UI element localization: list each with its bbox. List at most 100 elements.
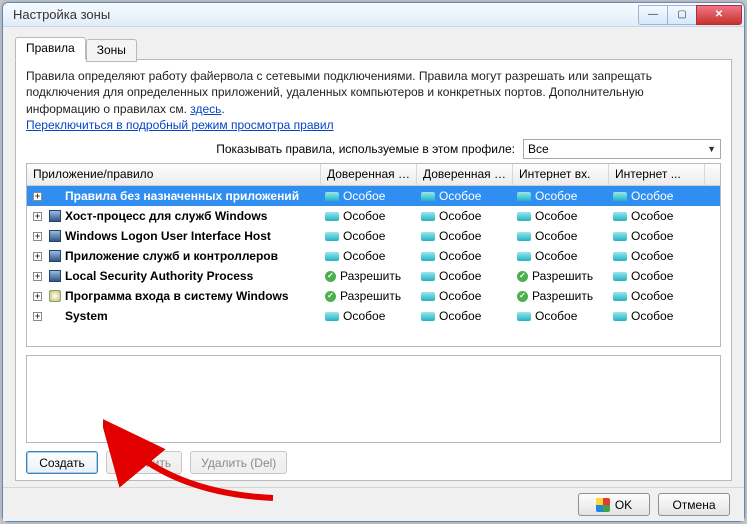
table-row[interactable]: +Windows Logon User Interface HostОсобое… — [27, 226, 720, 246]
special-icon — [517, 312, 531, 321]
status-cell: Особое — [321, 249, 417, 263]
special-icon — [613, 252, 627, 261]
expand-icon[interactable]: + — [33, 232, 42, 241]
rule-name-cell: +Правила без назначенных приложений — [27, 189, 321, 203]
special-icon — [421, 192, 435, 201]
special-icon — [421, 212, 435, 221]
col-inet-in[interactable]: Интернет вх. — [513, 164, 609, 185]
table-row[interactable]: +Local Security Authority ProcessРазреши… — [27, 266, 720, 286]
window-buttons: — ▢ ✕ — [639, 5, 742, 25]
special-icon — [421, 312, 435, 321]
special-icon — [613, 192, 627, 201]
expand-icon[interactable]: + — [33, 292, 42, 301]
table-row[interactable]: +Хост-процесс для служб WindowsОсобоеОсо… — [27, 206, 720, 226]
content-area: Правила Зоны Правила определяют работу ф… — [3, 27, 744, 487]
status-cell: Особое — [321, 189, 417, 203]
status-cell: Особое — [609, 249, 705, 263]
app-icon — [49, 270, 61, 282]
status-cell: Особое — [609, 209, 705, 223]
link-detailed-mode[interactable]: Переключиться в подробный режим просмотр… — [26, 118, 334, 132]
chevron-down-icon: ▼ — [707, 144, 716, 154]
tab-rules[interactable]: Правила — [15, 37, 86, 60]
col-trusted1[interactable]: Доверенная з... — [321, 164, 417, 185]
maximize-button[interactable]: ▢ — [667, 5, 697, 25]
rule-name-cell: +System — [27, 309, 321, 323]
description: Правила определяют работу файервола с се… — [26, 68, 721, 133]
expand-icon[interactable]: + — [33, 272, 42, 281]
col-inet[interactable]: Интернет ... — [609, 164, 705, 185]
status-cell: Особое — [609, 289, 705, 303]
app-icon — [49, 250, 61, 262]
status-cell: Особое — [513, 229, 609, 243]
table-row[interactable]: +Программа входа в систему WindowsРазреш… — [27, 286, 720, 306]
dialog-footer: OK Отмена — [3, 487, 744, 521]
titlebar[interactable]: Настройка зоны — ▢ ✕ — [3, 3, 744, 27]
special-icon — [613, 312, 627, 321]
status-cell: Особое — [609, 229, 705, 243]
expand-icon[interactable]: + — [33, 312, 42, 321]
status-cell: Разрешить — [513, 269, 609, 283]
dialog-window: Настройка зоны — ▢ ✕ Правила Зоны Правил… — [2, 2, 745, 522]
window-title: Настройка зоны — [13, 7, 639, 22]
rule-name-cell: +Windows Logon User Interface Host — [27, 229, 321, 243]
status-cell: Разрешить — [321, 289, 417, 303]
status-cell: Особое — [321, 209, 417, 223]
expand-icon[interactable]: + — [33, 192, 42, 201]
special-icon — [421, 232, 435, 241]
special-icon — [613, 212, 627, 221]
special-icon — [325, 232, 339, 241]
link-here[interactable]: здесь — [190, 102, 221, 116]
tab-panel: Правила определяют работу файервола с се… — [15, 59, 732, 481]
table-row[interactable]: +SystemОсобоеОсобоеОсобоеОсобое — [27, 306, 720, 326]
special-icon — [613, 292, 627, 301]
create-button[interactable]: Создать — [26, 451, 98, 474]
special-icon — [517, 252, 531, 261]
status-cell: Особое — [321, 309, 417, 323]
status-cell: Особое — [417, 229, 513, 243]
special-icon — [517, 232, 531, 241]
allow-icon — [517, 271, 528, 282]
app-icon — [49, 230, 61, 242]
status-cell: Особое — [417, 269, 513, 283]
profile-select[interactable]: Все ▼ — [523, 139, 721, 159]
col-app[interactable]: Приложение/правило — [27, 164, 321, 185]
special-icon — [421, 272, 435, 281]
close-button[interactable]: ✕ — [696, 5, 742, 25]
rules-grid: Приложение/правило Доверенная з... Довер… — [26, 163, 721, 347]
table-row[interactable]: +Правила без назначенных приложенийОсобо… — [27, 186, 720, 206]
status-cell: Разрешить — [321, 269, 417, 283]
status-cell: Особое — [513, 189, 609, 203]
tab-zones[interactable]: Зоны — [86, 39, 137, 62]
status-cell: Особое — [417, 309, 513, 323]
rule-name-cell: +Программа входа в систему Windows — [27, 289, 321, 303]
allow-icon — [325, 291, 336, 302]
grid-header: Приложение/правило Доверенная з... Довер… — [27, 164, 720, 186]
expand-icon[interactable]: + — [33, 212, 42, 221]
allow-icon — [517, 291, 528, 302]
special-icon — [613, 232, 627, 241]
detail-pane — [26, 355, 721, 443]
cancel-button[interactable]: Отмена — [658, 493, 730, 516]
special-icon — [421, 252, 435, 261]
col-trusted2[interactable]: Доверенная з... — [417, 164, 513, 185]
filter-row: Показывать правила, используемые в этом … — [26, 139, 721, 159]
status-cell: Особое — [321, 229, 417, 243]
status-cell: Особое — [513, 309, 609, 323]
status-cell: Разрешить — [513, 289, 609, 303]
special-icon — [421, 292, 435, 301]
table-row[interactable]: +Приложение служб и контроллеровОсобоеОс… — [27, 246, 720, 266]
rule-name-cell: +Local Security Authority Process — [27, 269, 321, 283]
special-icon — [325, 192, 339, 201]
status-cell: Особое — [417, 189, 513, 203]
status-cell: Особое — [417, 249, 513, 263]
expand-icon[interactable]: + — [33, 252, 42, 261]
grid-body[interactable]: +Правила без назначенных приложенийОсобо… — [27, 186, 720, 346]
app-icon — [49, 310, 61, 322]
minimize-button[interactable]: — — [638, 5, 668, 25]
status-cell: Особое — [513, 209, 609, 223]
ok-button[interactable]: OK — [578, 493, 650, 516]
filter-label: Показывать правила, используемые в этом … — [26, 142, 515, 156]
app-icon — [49, 210, 61, 222]
delete-button: Удалить (Del) — [190, 451, 287, 474]
special-icon — [325, 212, 339, 221]
